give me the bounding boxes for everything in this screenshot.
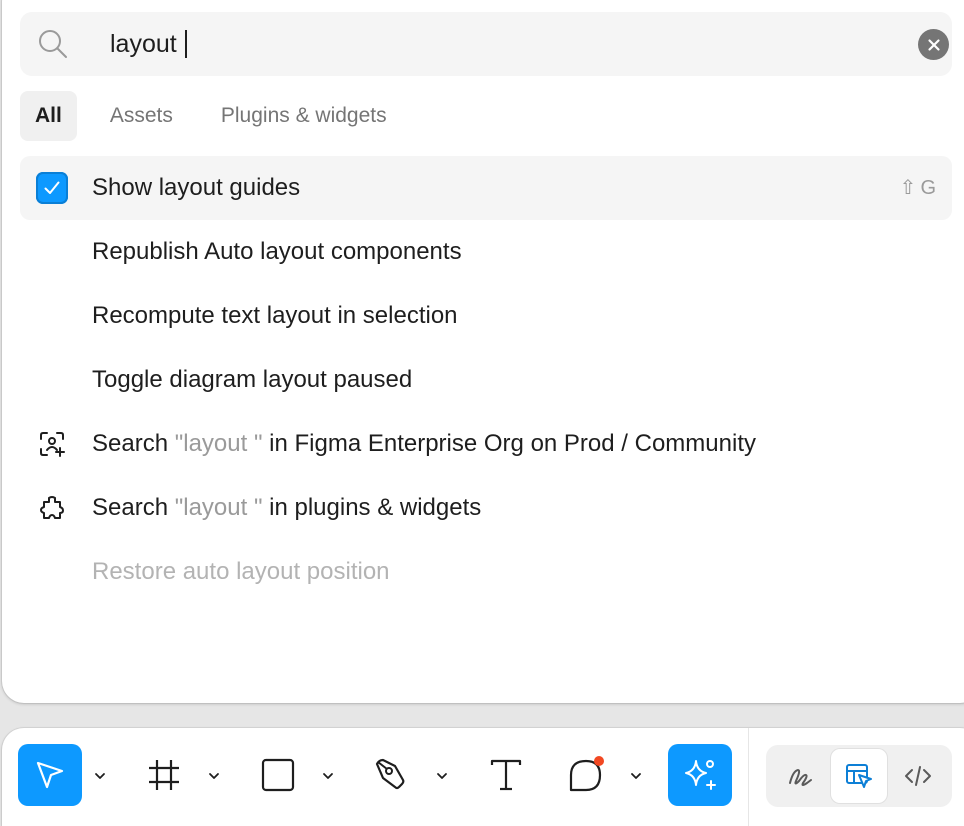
toolbar-divider	[748, 728, 749, 826]
clear-search-button[interactable]	[918, 29, 949, 60]
tab-plugins-widgets[interactable]: Plugins & widgets	[206, 91, 402, 141]
result-recompute-text-layout[interactable]: Recompute text layout in selection	[20, 284, 952, 348]
search-scope: in Figma Enterprise Org on Prod / Commun…	[269, 430, 756, 457]
pen-tool-chevron[interactable]	[434, 768, 450, 784]
checked-checkbox[interactable]	[36, 172, 68, 204]
result-search-community[interactable]: Search "layout " in Figma Enterprise Org…	[20, 412, 952, 476]
ai-actions-button[interactable]	[668, 744, 732, 806]
community-scan-icon	[36, 430, 68, 458]
result-restore-auto-layout: Restore auto layout position	[20, 540, 952, 604]
design-mode-icon	[846, 764, 872, 788]
checkmark-icon	[44, 181, 60, 194]
results-list: Show layout guides ⇧ G Republish Auto la…	[20, 156, 952, 604]
text-caret	[184, 30, 187, 58]
search-query-quote: "layout "	[174, 494, 263, 521]
chevron-down-icon	[209, 773, 219, 779]
rectangle-tool-button[interactable]	[246, 744, 310, 806]
code-brackets-icon	[905, 766, 931, 786]
sparkle-plus-icon	[685, 760, 716, 790]
pen-nib-icon	[375, 758, 405, 790]
result-label: Restore auto layout position	[92, 558, 390, 585]
result-republish-auto-layout[interactable]: Republish Auto layout components	[20, 220, 952, 284]
quick-actions-panel: layout All Assets Plugins & widgets Show…	[2, 0, 964, 703]
keyboard-shortcut: ⇧ G	[900, 156, 936, 220]
search-prefix: Search	[92, 430, 169, 457]
move-tool-chevron[interactable]	[92, 768, 108, 784]
notification-dot	[594, 756, 604, 766]
tab-all[interactable]: All	[20, 91, 77, 141]
comment-tool-button[interactable]	[554, 744, 618, 806]
search-scope: in plugins & widgets	[269, 494, 482, 521]
frame-tool-button[interactable]	[132, 744, 196, 806]
chevron-down-icon	[323, 773, 333, 779]
result-label: Recompute text layout in selection	[92, 302, 458, 329]
design-mode-button[interactable]	[831, 749, 887, 803]
draw-mode-button[interactable]	[772, 749, 828, 803]
result-show-layout-guides[interactable]: Show layout guides ⇧ G	[20, 156, 952, 220]
search-icon	[39, 30, 67, 58]
result-toggle-diagram-layout[interactable]: Toggle diagram layout paused	[20, 348, 952, 412]
chevron-down-icon	[95, 773, 105, 779]
text-tool-button[interactable]	[474, 744, 538, 806]
search-query-quote: "layout "	[174, 430, 263, 457]
rectangle-tool-chevron[interactable]	[320, 768, 336, 784]
bottom-toolbar	[2, 728, 964, 826]
result-search-plugins[interactable]: Search "layout " in plugins & widgets	[20, 476, 952, 540]
text-icon	[490, 759, 522, 791]
move-tool-button[interactable]	[18, 744, 82, 806]
cursor-arrow-icon	[36, 761, 64, 789]
shift-icon: ⇧	[899, 177, 917, 199]
search-input[interactable]: layout	[110, 28, 187, 60]
frame-tool-chevron[interactable]	[206, 768, 222, 784]
search-prefix: Search	[92, 494, 169, 521]
close-icon	[927, 38, 940, 51]
filter-tabs: All Assets Plugins & widgets	[20, 91, 420, 141]
search-bar[interactable]: layout	[20, 12, 952, 76]
result-label: Search "layout " in Figma Enterprise Org…	[92, 412, 756, 476]
dev-mode-button[interactable]	[890, 749, 946, 803]
plugin-puzzle-icon	[36, 494, 68, 522]
tab-assets[interactable]: Assets	[95, 91, 188, 141]
chevron-down-icon	[437, 773, 447, 779]
search-query-text: layout	[110, 30, 177, 58]
rectangle-icon	[261, 758, 295, 792]
result-label: Republish Auto layout components	[92, 238, 462, 265]
frame-icon	[149, 760, 179, 790]
result-label: Search "layout " in plugins & widgets	[92, 476, 481, 540]
pen-tool-button[interactable]	[360, 744, 424, 806]
chevron-down-icon	[631, 773, 641, 779]
result-label: Show layout guides	[92, 174, 301, 201]
comment-tool-chevron[interactable]	[628, 768, 644, 784]
draw-squiggle-icon	[789, 769, 812, 786]
shortcut-key: G	[920, 177, 936, 199]
mode-switcher	[766, 745, 952, 807]
result-label: Toggle diagram layout paused	[92, 366, 413, 393]
